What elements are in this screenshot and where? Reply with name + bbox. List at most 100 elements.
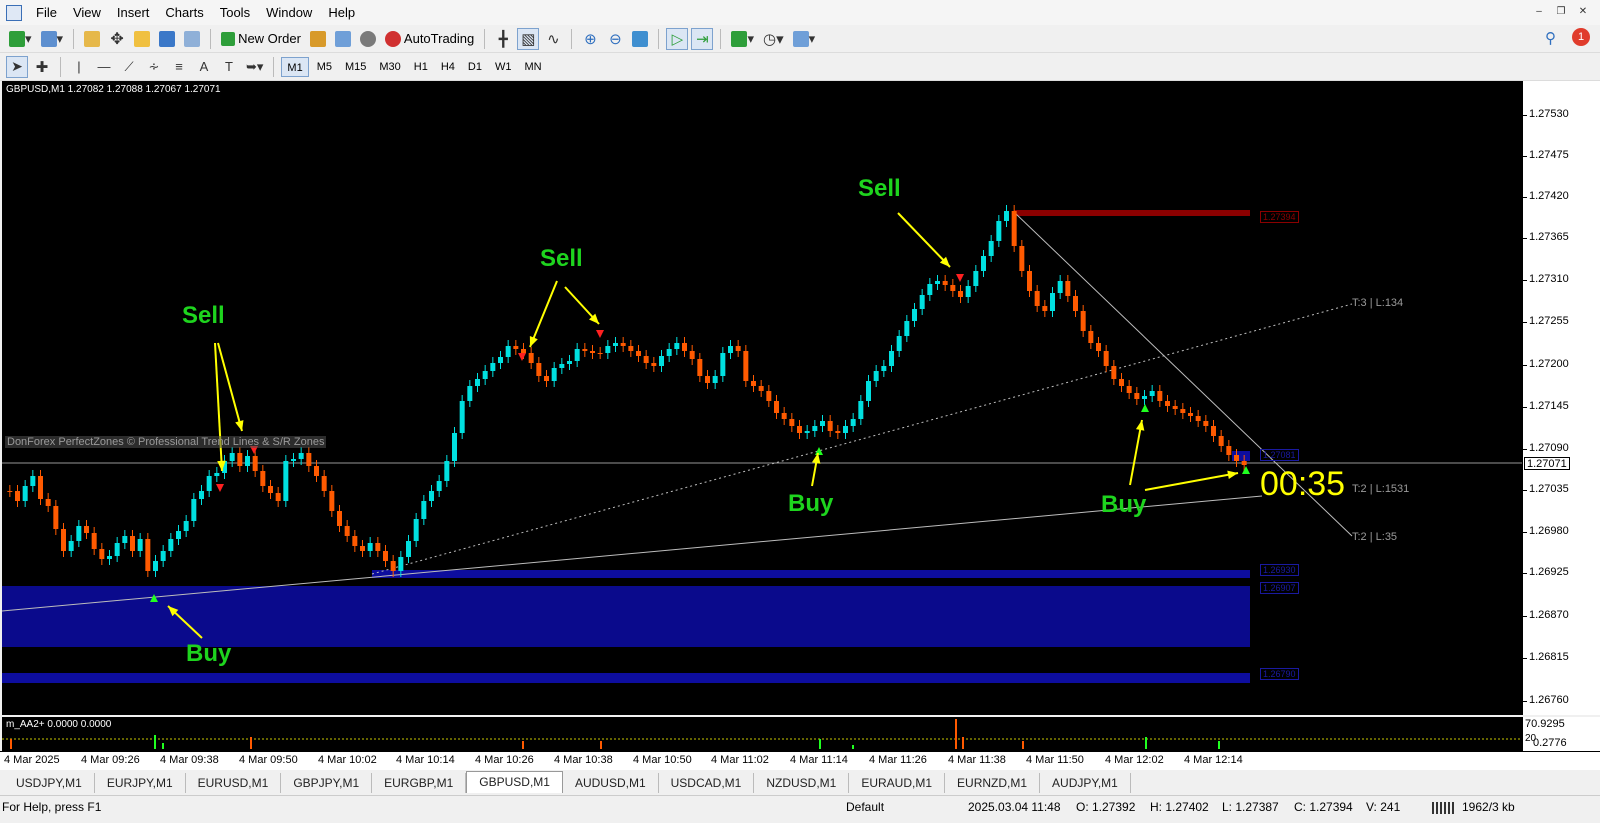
bull-candle [475, 379, 480, 386]
bull-candle [551, 368, 557, 381]
channel-button[interactable]: ∻ [143, 56, 165, 78]
new-chart-button[interactable]: ▾ [6, 28, 35, 50]
time-label: 4 Mar 11:02 [711, 754, 769, 766]
chart-tab[interactable]: EURUSD,M1 [186, 773, 282, 793]
chart-tab[interactable]: EURGBP,M1 [372, 773, 467, 793]
line-chart-button[interactable]: ∿ [542, 28, 564, 50]
autotrading-button[interactable]: AutoTrading [382, 28, 477, 50]
menu-tools[interactable]: Tools [212, 0, 258, 25]
chart-tab[interactable]: EURAUD,M1 [849, 773, 946, 793]
autoscroll-button[interactable]: ▷ [666, 27, 689, 50]
candlestick-button[interactable]: ▧ [517, 27, 540, 50]
indicator-window[interactable]: m_AA2+ 0.0000 0.0000 [2, 717, 1522, 751]
annotation-arrow [214, 342, 223, 472]
menu-file[interactable]: File [28, 0, 65, 25]
bear-candle [1165, 401, 1170, 406]
objects-toolbar: ➤ ✚ | — ⟋ ∻ ≡ A T ➥▾ M1 M5 M15 M30 H1 H4… [0, 53, 1600, 81]
menu-window[interactable]: Window [258, 0, 320, 25]
market-watch-button[interactable] [81, 28, 103, 50]
strategy-tester-button[interactable] [181, 28, 203, 50]
timeframe-h4[interactable]: H4 [436, 57, 460, 77]
chart-tab[interactable]: USDJPY,M1 [4, 773, 95, 793]
bear-candle [774, 401, 779, 413]
standard-toolbar: ▾ ▾ ✥ New Order AutoTrading ╋ ▧ ∿ ⊕ ⊖ ▷ … [0, 25, 1600, 53]
timeframe-mn[interactable]: MN [519, 57, 546, 77]
bar-chart-button[interactable]: ╋ [492, 28, 514, 50]
time-axis: 4 Mar 2025 4 Mar 09:26 4 Mar 09:38 4 Mar 09… [0, 751, 1600, 770]
trendline-button[interactable]: ⟋ [118, 56, 140, 78]
minimize-icon[interactable]: – [1530, 4, 1548, 20]
price-tick [1523, 197, 1527, 198]
menu-insert[interactable]: Insert [109, 0, 158, 25]
timeframe-m5[interactable]: M5 [312, 57, 337, 77]
market-button[interactable] [357, 28, 379, 50]
notification-badge[interactable]: 1 [1572, 28, 1590, 46]
vertical-line-button[interactable]: | [68, 56, 90, 78]
terminal-button[interactable] [156, 28, 178, 50]
status-bar: For Help, press F1 Default 2025.03.04 11… [0, 795, 1600, 823]
zoom-in-button[interactable]: ⊕ [579, 28, 601, 50]
fibonacci-button[interactable]: ≡ [168, 56, 190, 78]
signals-button[interactable] [332, 28, 354, 50]
metaeditor-icon [309, 30, 326, 47]
restore-icon[interactable]: ❐ [1552, 4, 1570, 20]
bear-candle [651, 363, 657, 366]
new-order-icon [221, 31, 236, 46]
timeframe-d1[interactable]: D1 [463, 57, 487, 77]
close-icon[interactable]: ✕ [1574, 4, 1592, 20]
chart-shift-button[interactable]: ⇥ [691, 27, 714, 50]
periods-button[interactable]: ◷▾ [760, 28, 787, 50]
navigator-button[interactable] [131, 28, 153, 50]
data-window-button[interactable]: ✥ [106, 28, 128, 50]
bear-candle [789, 419, 795, 426]
chart-tab[interactable]: GBPUSD,M1 [466, 771, 563, 793]
menu-view[interactable]: View [65, 0, 109, 25]
search-icon[interactable]: ⚲ [1545, 29, 1556, 47]
bear-candle [1011, 211, 1017, 246]
terminal-icon [159, 30, 176, 47]
chart-tab[interactable]: AUDJPY,M1 [1040, 773, 1131, 793]
chart-tab[interactable]: EURJPY,M1 [95, 773, 186, 793]
menu-help[interactable]: Help [320, 0, 363, 25]
bear-candle [1180, 409, 1186, 413]
timeframe-h1[interactable]: H1 [409, 57, 433, 77]
sell-label: Sell [540, 245, 583, 272]
bull-candle [927, 284, 933, 295]
indicators-button[interactable]: ▾ [728, 28, 757, 50]
timeframe-m30[interactable]: M30 [374, 57, 405, 77]
chart-tab[interactable]: GBPJPY,M1 [281, 773, 373, 793]
bear-candle [145, 539, 151, 571]
menu-charts[interactable]: Charts [157, 0, 211, 25]
bear-candle [758, 386, 764, 391]
new-order-button[interactable]: New Order [218, 28, 304, 50]
bull-candle [659, 356, 664, 366]
cursor-button[interactable]: ➤ [6, 55, 28, 78]
timeframe-m1[interactable]: M1 [281, 56, 309, 77]
templates-button[interactable]: ▾ [790, 28, 819, 50]
price-chart[interactable]: GBPUSD,M1 1.27082 1.27088 1.27067 1.2707… [2, 81, 1522, 715]
chart-tab[interactable]: NZDUSD,M1 [754, 773, 850, 793]
timeframe-m15[interactable]: M15 [340, 57, 371, 77]
bear-candle [513, 346, 519, 349]
market-watch-icon [84, 30, 101, 47]
text-button[interactable]: A [193, 56, 215, 78]
new-order-label: New Order [238, 31, 301, 46]
bear-candle [942, 281, 948, 285]
text-label-button[interactable]: T [218, 56, 240, 78]
time-label: 4 Mar 12:02 [1105, 754, 1164, 766]
chart-tab[interactable]: USDCAD,M1 [659, 773, 755, 793]
bull-candle [490, 363, 496, 371]
zoom-out-button[interactable]: ⊖ [604, 28, 626, 50]
metaeditor-button[interactable] [307, 28, 329, 50]
profiles-button[interactable]: ▾ [38, 28, 67, 50]
horizontal-line-button[interactable]: — [93, 56, 115, 78]
chart-canvas [2, 205, 1522, 683]
chart-tab[interactable]: AUDUSD,M1 [563, 773, 659, 793]
timeframe-w1[interactable]: W1 [490, 57, 517, 77]
bull-candle [981, 256, 986, 271]
chart-tab[interactable]: EURNZD,M1 [945, 773, 1041, 793]
crosshair-button[interactable]: ✚ [31, 56, 53, 78]
arrows-button[interactable]: ➥▾ [243, 56, 266, 78]
bear-candle [375, 543, 381, 551]
tile-windows-button[interactable] [629, 28, 651, 50]
